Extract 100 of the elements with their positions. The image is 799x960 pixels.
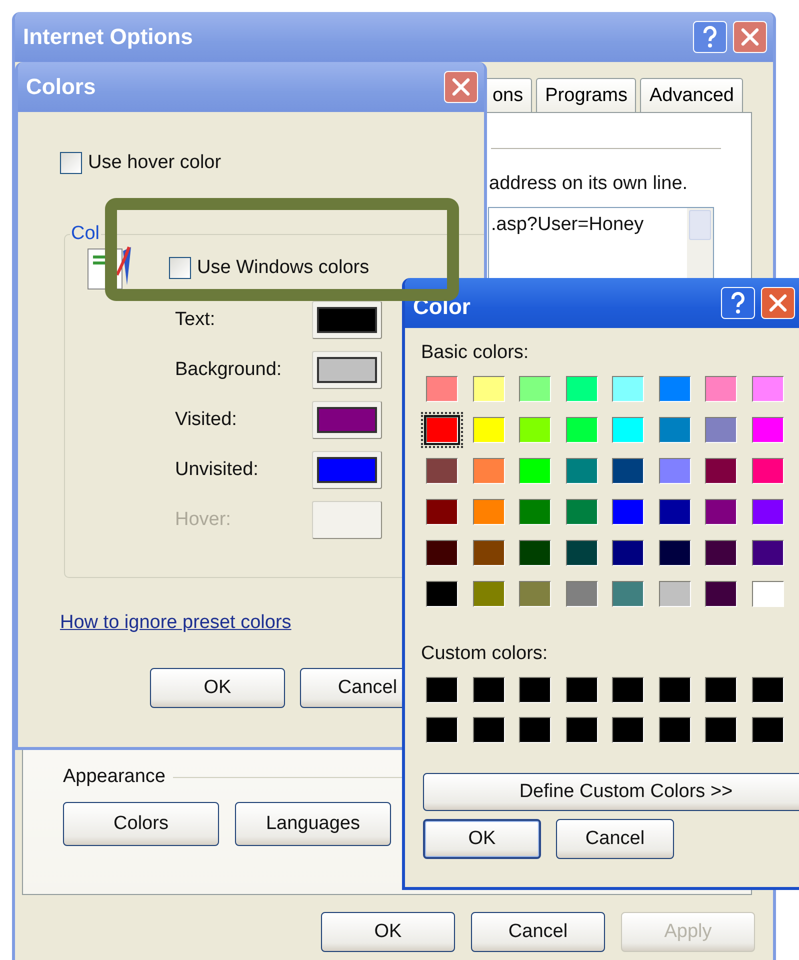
color-swatch[interactable] xyxy=(705,458,737,484)
color-swatch[interactable] xyxy=(566,458,598,484)
color-label: Text: xyxy=(175,309,216,331)
color-swatch[interactable] xyxy=(519,540,551,566)
color-swatch[interactable] xyxy=(519,581,551,607)
color-swatch[interactable] xyxy=(658,499,690,525)
color-swatch[interactable] xyxy=(472,717,504,743)
color-swatch[interactable] xyxy=(658,677,690,703)
help-icon xyxy=(729,292,747,314)
color-swatch[interactable] xyxy=(472,458,504,484)
help-icon xyxy=(701,26,719,48)
color-label: Visited: xyxy=(175,409,238,431)
color-swatch[interactable] xyxy=(705,717,737,743)
checkbox-label: Use Windows colors xyxy=(197,257,370,279)
color-swatch[interactable] xyxy=(472,540,504,566)
help-link[interactable]: How to ignore preset colors xyxy=(60,612,292,634)
color-swatch[interactable] xyxy=(472,581,504,607)
color-swatch[interactable] xyxy=(426,677,458,703)
color-swatch[interactable] xyxy=(752,417,784,443)
help-button[interactable] xyxy=(693,21,727,53)
color-swatch[interactable] xyxy=(472,376,504,402)
color-swatch[interactable] xyxy=(426,499,458,525)
color-swatch[interactable] xyxy=(705,499,737,525)
color-swatch[interactable] xyxy=(705,540,737,566)
color-swatch[interactable] xyxy=(519,499,551,525)
dialog-button[interactable]: OK xyxy=(150,668,285,708)
color-swatch[interactable] xyxy=(658,417,690,443)
color-swatch[interactable] xyxy=(612,581,644,607)
close-button[interactable] xyxy=(761,287,795,319)
color-swatch[interactable] xyxy=(426,458,458,484)
color-button[interactable] xyxy=(312,301,382,339)
color-swatch[interactable] xyxy=(705,581,737,607)
panel-text: address on its own line. xyxy=(489,173,689,195)
color-swatch[interactable] xyxy=(752,717,784,743)
close-icon xyxy=(769,294,787,312)
color-button[interactable] xyxy=(312,501,382,539)
checkbox[interactable] xyxy=(169,257,191,279)
color-button[interactable] xyxy=(312,451,382,489)
color-swatch[interactable] xyxy=(658,717,690,743)
color-swatch[interactable] xyxy=(752,540,784,566)
color-swatch[interactable] xyxy=(658,376,690,402)
color-swatch[interactable] xyxy=(752,581,784,607)
color-button[interactable] xyxy=(312,351,382,389)
group-title: Appearance xyxy=(63,766,166,788)
help-button[interactable] xyxy=(721,287,755,319)
color-swatch[interactable] xyxy=(612,717,644,743)
window-title: Internet Options xyxy=(23,24,194,50)
color-label: Background: xyxy=(175,359,283,381)
color-swatch[interactable] xyxy=(426,581,458,607)
color-swatch[interactable] xyxy=(705,417,737,443)
dialog-button[interactable]: OK xyxy=(321,912,455,952)
dialog-button[interactable]: Languages xyxy=(235,802,391,846)
color-swatch[interactable] xyxy=(752,376,784,402)
close-icon xyxy=(452,78,470,96)
color-swatch[interactable] xyxy=(566,677,598,703)
color-swatch[interactable] xyxy=(752,499,784,525)
checkbox[interactable] xyxy=(60,152,82,174)
color-swatch[interactable] xyxy=(472,417,504,443)
tab[interactable]: Advanced xyxy=(640,78,743,112)
color-button[interactable] xyxy=(312,401,382,439)
dialog-button[interactable]: OK xyxy=(423,819,541,859)
color-swatch[interactable] xyxy=(612,417,644,443)
close-icon xyxy=(741,28,759,46)
close-button[interactable] xyxy=(444,71,478,103)
dialog-button[interactable]: Cancel xyxy=(471,912,605,952)
color-swatch[interactable] xyxy=(612,677,644,703)
color-swatch[interactable] xyxy=(566,376,598,402)
define-colors-button[interactable]: Define Custom Colors >> xyxy=(423,773,799,811)
color-swatch[interactable] xyxy=(705,677,737,703)
color-swatch[interactable] xyxy=(752,677,784,703)
color-swatch[interactable] xyxy=(566,499,598,525)
dialog-button[interactable]: Cancel xyxy=(556,819,674,859)
dialog-button[interactable]: Colors xyxy=(63,802,219,846)
color-swatch[interactable] xyxy=(566,581,598,607)
color-swatch[interactable] xyxy=(658,458,690,484)
close-button[interactable] xyxy=(733,21,767,53)
color-swatch[interactable] xyxy=(752,458,784,484)
color-swatch[interactable] xyxy=(519,677,551,703)
color-swatch[interactable] xyxy=(519,458,551,484)
color-swatch[interactable] xyxy=(612,458,644,484)
color-swatch[interactable] xyxy=(426,376,458,402)
color-swatch[interactable] xyxy=(426,540,458,566)
color-swatch[interactable] xyxy=(472,499,504,525)
color-swatch[interactable] xyxy=(658,581,690,607)
color-swatch[interactable] xyxy=(519,417,551,443)
color-swatch[interactable] xyxy=(566,417,598,443)
color-swatch[interactable] xyxy=(612,499,644,525)
section-label: Basic colors: xyxy=(421,342,530,364)
color-swatch[interactable] xyxy=(566,717,598,743)
color-swatch[interactable] xyxy=(705,376,737,402)
color-swatch[interactable] xyxy=(658,540,690,566)
color-swatch[interactable] xyxy=(612,540,644,566)
section-label: Custom colors: xyxy=(421,643,549,665)
tab[interactable]: Programs xyxy=(536,78,636,112)
color-swatch[interactable] xyxy=(519,376,551,402)
color-swatch[interactable] xyxy=(426,717,458,743)
color-swatch[interactable] xyxy=(472,677,504,703)
color-swatch[interactable] xyxy=(566,540,598,566)
color-swatch[interactable] xyxy=(612,376,644,402)
color-swatch[interactable] xyxy=(519,717,551,743)
